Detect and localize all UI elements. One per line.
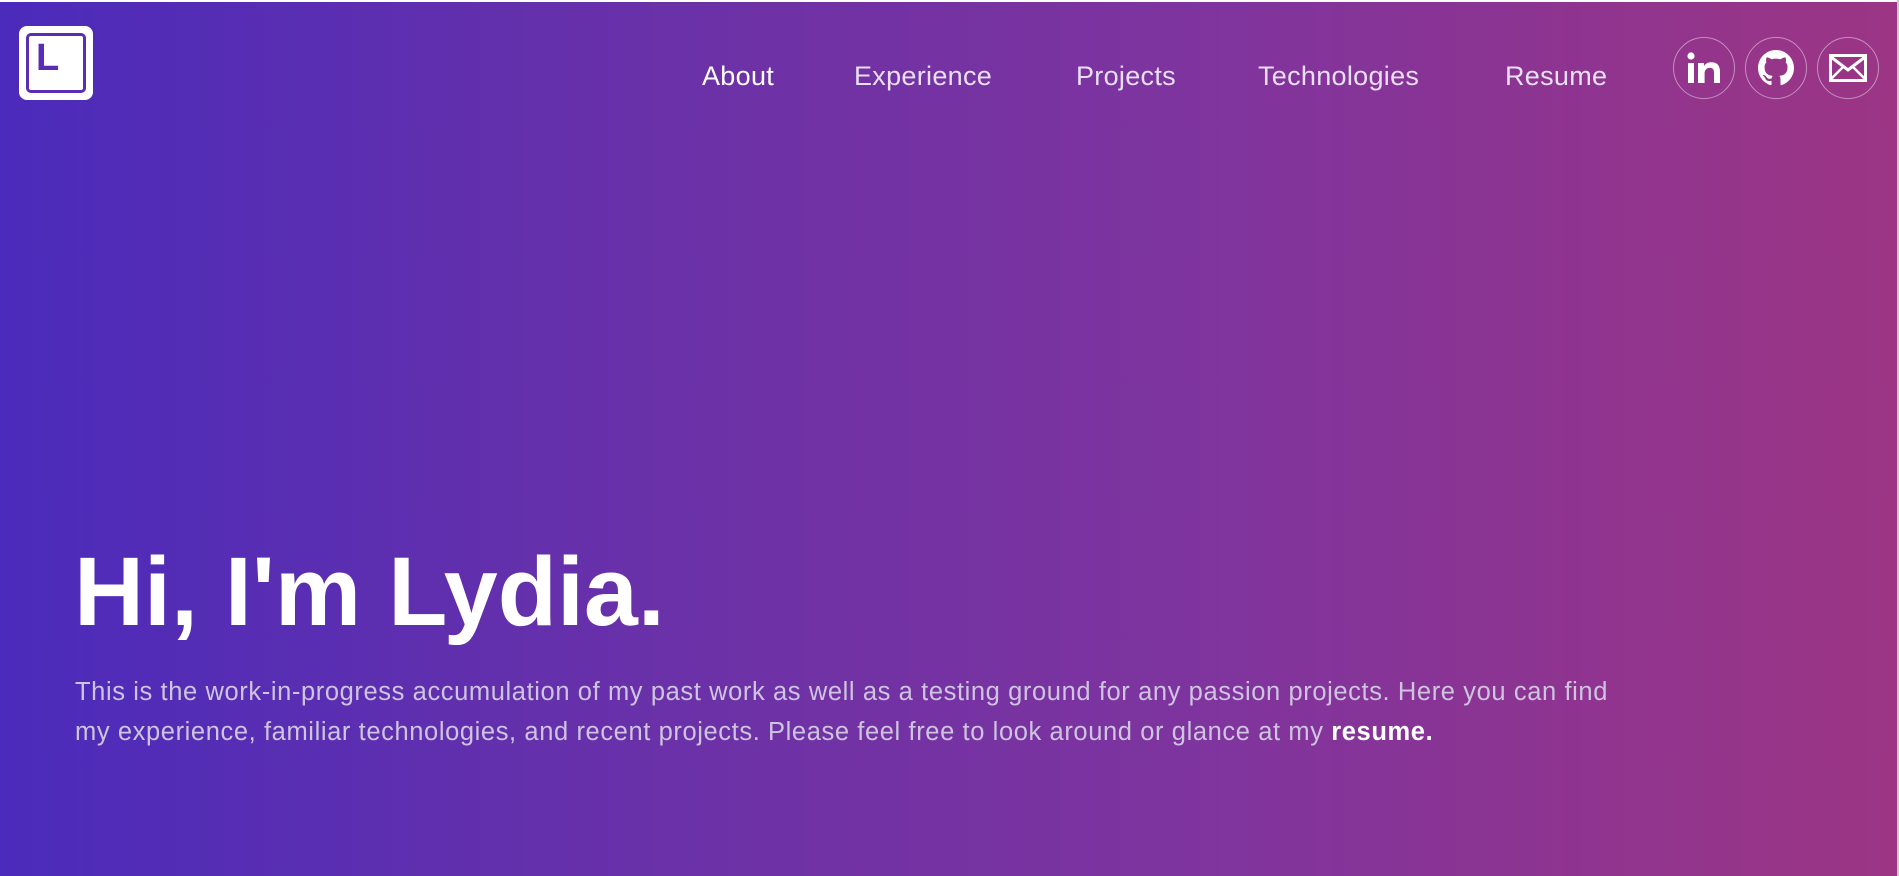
logo-letter: L (36, 37, 60, 79)
linkedin-button[interactable] (1673, 37, 1735, 99)
hero-intro-line-2: my experience, familiar technologies, an… (75, 718, 1332, 746)
resume-link[interactable]: resume. (1331, 718, 1433, 746)
nav-item-about[interactable]: About (702, 58, 774, 94)
nav-item-resume[interactable]: Resume (1505, 58, 1607, 94)
hero-intro-line-1: This is the work-in-progress accumulatio… (75, 678, 1608, 706)
hero-section: L About Experience Projects Technologies… (0, 2, 1899, 876)
hero-intro: This is the work-in-progress accumulatio… (75, 672, 1815, 752)
github-icon (1758, 50, 1794, 86)
nav-item-experience[interactable]: Experience (854, 58, 992, 94)
email-button[interactable] (1817, 37, 1879, 99)
nav-item-technologies[interactable]: Technologies (1258, 58, 1419, 94)
linkedin-icon (1687, 52, 1720, 83)
hero-title: Hi, I'm Lydia. (74, 537, 665, 646)
logo-frame: L (26, 33, 86, 93)
nav-item-projects[interactable]: Projects (1076, 58, 1176, 94)
site-logo[interactable]: L (19, 26, 93, 100)
mail-icon (1829, 54, 1867, 82)
github-button[interactable] (1745, 37, 1807, 99)
